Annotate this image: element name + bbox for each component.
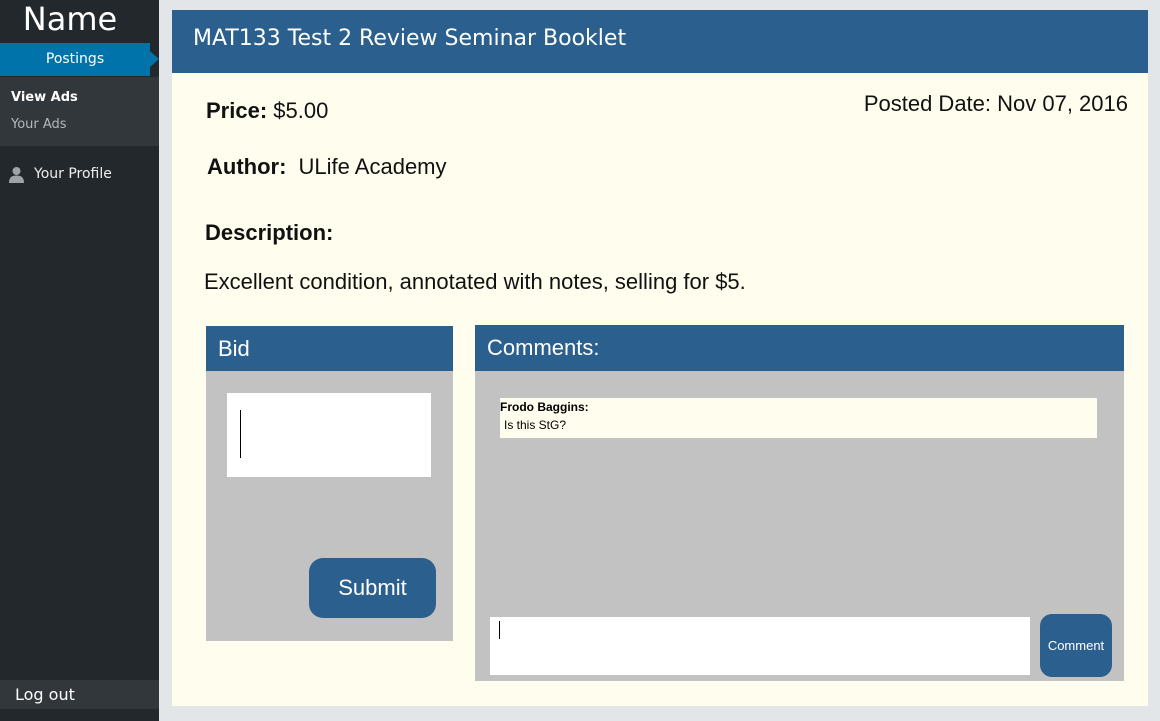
listing-title: MAT133 Test 2 Review Seminar Booklet	[193, 26, 627, 51]
comment-input[interactable]	[490, 617, 1030, 675]
postings-submenu: View Ads Your Ads	[0, 77, 159, 146]
text-caret	[499, 621, 500, 639]
price-value: $5.00	[273, 98, 329, 123]
description-text: Excellent condition, annotated with note…	[204, 269, 746, 294]
nav-your-profile-label: Your Profile	[34, 166, 112, 182]
author-field: Author: ULife Academy	[207, 154, 447, 180]
nav-your-profile[interactable]: Your Profile	[8, 163, 112, 185]
nav-postings[interactable]: Postings	[0, 43, 159, 76]
comment-author: Frodo Baggins:	[500, 400, 589, 414]
description-label: Description:	[205, 220, 334, 245]
bid-header: Bid	[206, 326, 453, 371]
brand-name: Name	[22, 0, 118, 38]
submenu-view-ads[interactable]: View Ads	[11, 90, 78, 105]
author-label: Author:	[207, 154, 287, 179]
posted-date: Posted Date: Nov 07, 2016	[863, 91, 1128, 116]
sidebar: Name Postings View Ads Your Ads Your Pro…	[0, 0, 159, 721]
listing-card: MAT133 Test 2 Review Seminar Booklet Pri…	[172, 10, 1148, 706]
comments-panel: Comments: Frodo Baggins: Is this StG? Co…	[475, 325, 1124, 681]
comment-text: Is this StG?	[504, 418, 567, 432]
submit-button[interactable]: Submit	[309, 558, 436, 618]
submenu-your-ads[interactable]: Your Ads	[11, 117, 67, 132]
nav-postings-label: Postings	[45, 51, 105, 67]
text-caret	[240, 410, 241, 458]
bid-panel: Bid Submit	[206, 326, 453, 641]
user-icon	[9, 166, 24, 183]
price-field: Price: $5.00	[206, 98, 328, 124]
bid-input[interactable]	[227, 393, 431, 477]
comment-item: Frodo Baggins: Is this StG?	[500, 398, 1097, 438]
logout-button[interactable]: Log out	[0, 680, 159, 709]
comments-header: Comments:	[475, 325, 1124, 371]
author-value: ULife Academy	[298, 154, 447, 179]
active-pointer-icon	[150, 51, 159, 67]
comment-button[interactable]: Comment	[1040, 614, 1112, 677]
price-label: Price:	[206, 98, 268, 123]
listing-header: MAT133 Test 2 Review Seminar Booklet	[172, 10, 1148, 73]
